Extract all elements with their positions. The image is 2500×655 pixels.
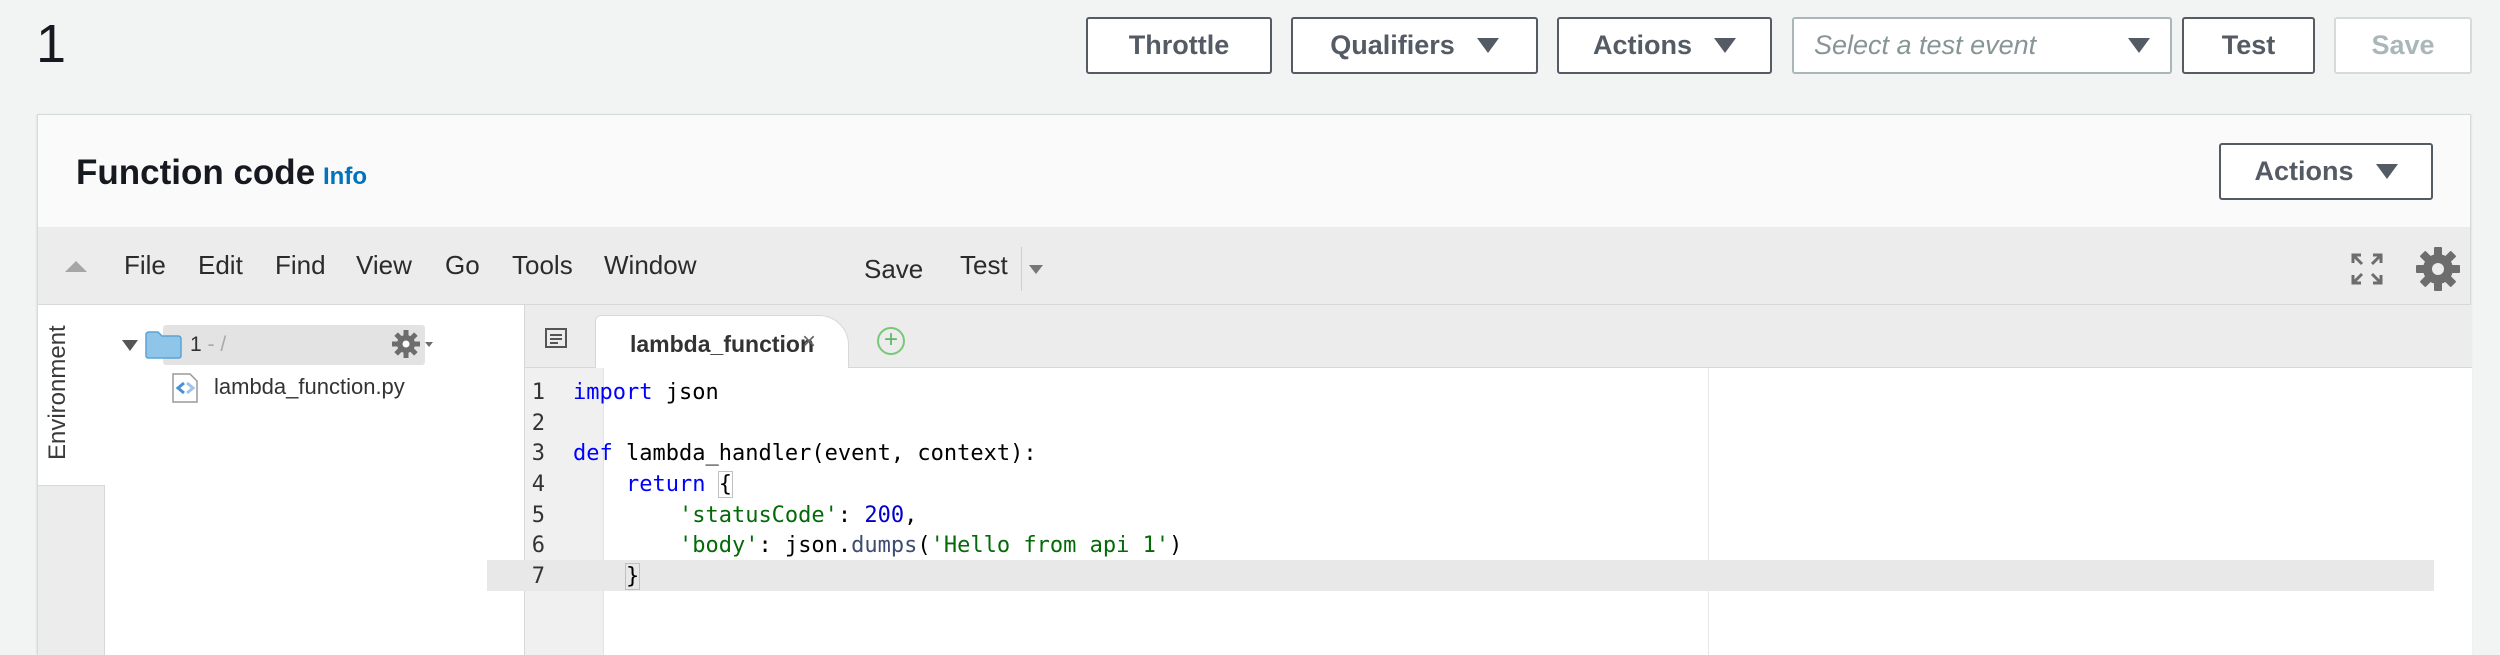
fullscreen-icon[interactable]	[2350, 252, 2384, 286]
code-line: 'statusCode': 200,	[678, 503, 918, 528]
qualifiers-label: Qualifiers	[1330, 30, 1455, 60]
tree-root-name: 1	[190, 333, 202, 356]
panel-actions-label: Actions	[2254, 156, 2354, 186]
tab-list-icon[interactable]	[543, 327, 571, 351]
actions-dropdown[interactable]: Actions	[1557, 17, 1772, 74]
line-number: 3	[531, 441, 545, 466]
panel-header: Function code Info Actions	[38, 115, 2470, 228]
ide-menubar: File Edit Find View Go Tools Window Save…	[38, 228, 2470, 305]
code-line: 'body': json.dumps('Hello from api 1')	[678, 533, 1183, 558]
tree-settings-icon[interactable]	[392, 329, 436, 359]
function-header: 1 Throttle Qualifiers Actions Select a t…	[0, 0, 2500, 96]
code-line: import json	[573, 380, 719, 405]
qualifiers-dropdown[interactable]: Qualifiers	[1291, 17, 1538, 74]
add-tab-icon[interactable]: +	[877, 327, 905, 355]
settings-gear-icon[interactable]	[2414, 245, 2462, 293]
caret-down-icon	[2375, 164, 2398, 179]
menu-go[interactable]: Go	[445, 250, 480, 281]
info-link[interactable]: Info	[323, 163, 367, 191]
menu-tools[interactable]: Tools	[512, 250, 573, 281]
function-name: 1	[36, 14, 67, 74]
code-line: }	[624, 563, 641, 590]
save-label: Save	[2371, 30, 2435, 60]
throttle-label: Throttle	[1128, 30, 1230, 60]
caret-down-icon	[1714, 38, 1736, 53]
print-margin	[1708, 368, 1709, 655]
throttle-button[interactable]: Throttle	[1086, 17, 1272, 74]
environment-tab[interactable]: Environment	[38, 305, 105, 486]
tab-label: lambda_function	[630, 331, 815, 357]
expand-triangle-icon[interactable]	[122, 340, 138, 351]
menu-file[interactable]: File	[124, 250, 166, 281]
code-line: def lambda_handler(event, context):	[573, 441, 1037, 466]
panel-actions-dropdown[interactable]: Actions	[2219, 143, 2433, 200]
panel-title: Function code	[76, 153, 316, 192]
menu-edit[interactable]: Edit	[198, 250, 243, 281]
line-number: 4	[531, 472, 545, 497]
line-number: 7	[531, 564, 545, 589]
line-number: 5	[531, 503, 545, 528]
menu-find[interactable]: Find	[275, 250, 326, 281]
ide-test-button[interactable]: Test	[960, 250, 1008, 281]
close-tab-icon[interactable]: ×	[802, 328, 816, 356]
caret-down-icon	[1476, 38, 1499, 53]
test-event-placeholder: Select a test event	[1814, 30, 2037, 60]
code-line: return {	[625, 471, 733, 498]
folder-icon	[145, 331, 182, 359]
tree-root-label: 1 - /	[190, 333, 226, 357]
test-event-select[interactable]: Select a test event	[1792, 17, 2172, 74]
collapse-arrow-icon[interactable]	[65, 261, 87, 272]
tab-lambda-function[interactable]: lambda_function ×	[595, 315, 849, 369]
test-button[interactable]: Test	[2182, 17, 2315, 74]
environment-label: Environment	[44, 325, 71, 460]
actions-label: Actions	[1592, 30, 1692, 60]
caret-down-icon	[2128, 38, 2150, 53]
line-number: 1	[531, 380, 545, 405]
line-number: 6	[531, 533, 545, 558]
test-label: Test	[2221, 30, 2276, 60]
caret-down-icon	[1029, 265, 1043, 274]
test-options-dropdown[interactable]	[1021, 247, 1043, 291]
file-tree: 1 - / lambda_function.py	[105, 305, 525, 655]
ide-save-button[interactable]: Save	[864, 254, 923, 285]
editor-tabbar: lambda_function × +	[525, 305, 2472, 369]
tree-root-path: - /	[201, 333, 227, 356]
python-file-icon	[172, 373, 198, 403]
save-button[interactable]: Save	[2334, 17, 2472, 74]
line-number: 2	[531, 411, 545, 436]
active-line-highlight	[487, 560, 2434, 591]
menu-window[interactable]: Window	[604, 250, 696, 281]
file-item-lambda-function[interactable]: lambda_function.py	[214, 374, 405, 400]
environment-sidebar: Environment	[38, 305, 105, 655]
menu-view[interactable]: View	[356, 250, 412, 281]
